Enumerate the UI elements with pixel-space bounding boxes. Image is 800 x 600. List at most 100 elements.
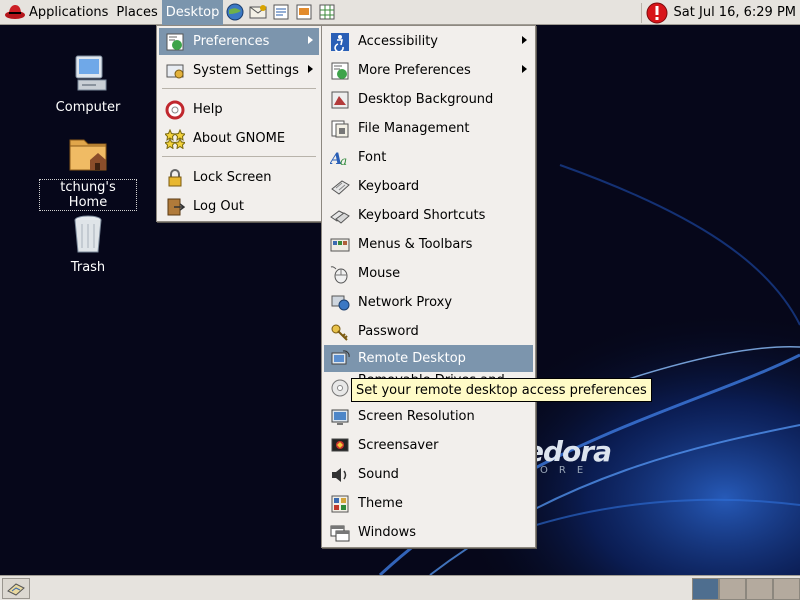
menu-item-label: Help <box>193 102 223 117</box>
menu-item-label: Lock Screen <box>193 170 272 185</box>
web-browser-icon <box>226 3 244 21</box>
wallpaper-brand-sub: ORE <box>540 465 595 476</box>
desktop-icon-home[interactable]: tchung's Home <box>39 130 137 211</box>
menu-item-menus-toolbars[interactable]: Menus & Toolbars <box>324 231 533 258</box>
update-alert-icon[interactable] <box>646 2 668 24</box>
menu-item-system-settings[interactable]: System Settings <box>159 57 319 84</box>
preferences-submenu: Accessibility More Preferences Desktop B… <box>321 25 536 548</box>
file-management-icon <box>331 120 349 137</box>
desktop-icon-label: Computer <box>55 100 121 115</box>
wallpaper-brand: edora <box>525 435 612 468</box>
menu-item-theme[interactable]: Theme <box>324 490 533 517</box>
menu-item-label: Screen Resolution <box>358 409 475 424</box>
menu-item-label: System Settings <box>193 63 299 78</box>
presentation-launcher[interactable] <box>293 1 315 23</box>
menu-item-accessibility[interactable]: Accessibility <box>324 28 533 55</box>
menu-item-font[interactable]: A a Font <box>324 144 533 171</box>
logout-icon <box>167 198 185 215</box>
bottom-panel <box>0 575 800 600</box>
menu-item-preferences[interactable]: Preferences <box>159 28 319 55</box>
menu-item-log-out[interactable]: Log Out <box>159 193 319 220</box>
screen-resolution-icon <box>331 409 349 425</box>
menu-item-remote-desktop[interactable]: Remote Desktop <box>324 345 533 372</box>
tooltip: Set your remote desktop access preferenc… <box>351 378 652 402</box>
email-icon <box>249 5 267 19</box>
menu-item-label: Keyboard <box>358 179 420 194</box>
svg-text:a: a <box>340 154 347 168</box>
system-settings-icon <box>166 64 184 78</box>
menu-item-label: Network Proxy <box>358 295 453 310</box>
menu-item-file-management[interactable]: File Management <box>324 115 533 142</box>
menu-item-mouse[interactable]: Mouse <box>324 260 533 287</box>
menu-item-label: File Management <box>358 121 470 136</box>
font-icon: A a <box>330 149 347 168</box>
menu-item-label: Menus & Toolbars <box>358 237 473 252</box>
menu-item-lock-screen[interactable]: Lock Screen <box>159 164 319 191</box>
menu-item-label: Desktop Background <box>358 92 494 107</box>
presentation-icon <box>296 4 312 20</box>
menu-item-network-proxy[interactable]: Network Proxy <box>324 289 533 316</box>
places-menu[interactable]: Places <box>112 0 161 25</box>
desktop-icon-trash[interactable]: Trash <box>40 210 136 275</box>
workspace-3[interactable] <box>746 578 773 600</box>
menu-item-desktop-background[interactable]: Desktop Background <box>324 86 533 113</box>
writer-icon <box>273 4 289 20</box>
menu-item-password[interactable]: Password <box>324 318 533 345</box>
sound-icon <box>332 467 347 482</box>
about-gnome-icon <box>165 128 185 149</box>
menu-item-more-preferences[interactable]: More Preferences <box>324 57 533 84</box>
submenu-arrow-icon <box>522 65 527 73</box>
computer-icon <box>75 55 107 91</box>
menu-item-sound[interactable]: Sound <box>324 461 533 488</box>
writer-launcher[interactable] <box>270 1 292 23</box>
menu-item-label: Mouse <box>358 266 401 281</box>
menu-item-label: Sound <box>358 467 399 482</box>
menu-item-windows[interactable]: Windows <box>324 519 533 546</box>
menu-item-help[interactable]: Help <box>159 96 319 123</box>
mouse-icon <box>330 265 348 283</box>
submenu-arrow-icon <box>308 65 313 73</box>
keyboard-shortcuts-icon <box>330 209 350 224</box>
spreadsheet-launcher[interactable] <box>316 1 338 23</box>
redhat-icon <box>5 5 25 19</box>
menu-item-label: About GNOME <box>193 131 286 146</box>
top-panel: Applications Places Desktop Sat Jul 16, … <box>0 0 800 25</box>
screensaver-icon <box>331 438 349 451</box>
desktop-icon-label: Trash <box>70 260 106 275</box>
menu-item-label: Preferences <box>193 34 270 49</box>
accessibility-icon <box>331 32 349 52</box>
menu-separator <box>162 88 316 89</box>
panel-separator <box>640 2 642 23</box>
menu-item-label: Remote Desktop <box>358 351 466 366</box>
clock[interactable]: Sat Jul 16, 6:29 PM <box>674 5 796 20</box>
desktop-icon-label: tchung's Home <box>39 179 137 211</box>
panel-tray: Sat Jul 16, 6:29 PM <box>640 0 800 25</box>
preferences-icon <box>166 33 184 50</box>
menu-item-label: Font <box>358 150 387 165</box>
keyboard-icon <box>331 179 350 195</box>
show-desktop-button[interactable] <box>2 578 30 599</box>
applications-menu[interactable]: Applications <box>0 0 112 25</box>
submenu-arrow-icon <box>308 36 313 44</box>
menu-item-screen-resolution[interactable]: Screen Resolution <box>324 403 533 430</box>
web-browser-launcher[interactable] <box>224 1 246 23</box>
removable-media-icon <box>331 379 349 396</box>
menu-item-screensaver[interactable]: Screensaver <box>324 432 533 459</box>
menu-item-label: Accessibility <box>358 34 438 49</box>
email-launcher[interactable] <box>247 1 269 23</box>
trash-icon <box>74 215 102 253</box>
menu-item-label: Theme <box>358 496 403 511</box>
menu-item-keyboard[interactable]: Keyboard <box>324 173 533 200</box>
menu-item-label: Windows <box>358 525 417 540</box>
lock-icon <box>168 168 182 186</box>
workspace-2[interactable] <box>719 578 746 600</box>
desktop-icon-computer[interactable]: Computer <box>40 50 136 115</box>
windows-icon <box>330 525 350 541</box>
desktop-menu[interactable]: Desktop <box>161 0 224 25</box>
menu-item-about-gnome[interactable]: About GNOME <box>159 125 319 152</box>
desktop-background-icon <box>331 91 349 108</box>
workspace-1[interactable] <box>692 578 719 600</box>
workspace-4[interactable] <box>773 578 800 600</box>
show-desktop-icon <box>7 582 25 596</box>
menu-item-keyboard-shortcuts[interactable]: Keyboard Shortcuts <box>324 202 533 229</box>
